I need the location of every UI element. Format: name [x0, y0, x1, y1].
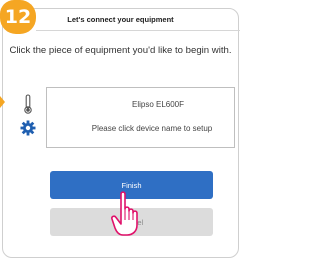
device-card[interactable] — [46, 87, 235, 148]
instruction-text: Click the piece of equipment you'd like … — [9, 45, 232, 56]
page-title: Let's connect your equipment — [67, 15, 174, 24]
hand-pointer-icon — [110, 190, 144, 243]
device-setup-hint: Please click device name to setup — [91, 124, 213, 133]
device-name-link[interactable]: Elipso EL600F — [80, 100, 236, 109]
gear-icon — [20, 120, 36, 141]
thermometer-icon — [23, 94, 33, 119]
header-divider — [36, 30, 240, 31]
